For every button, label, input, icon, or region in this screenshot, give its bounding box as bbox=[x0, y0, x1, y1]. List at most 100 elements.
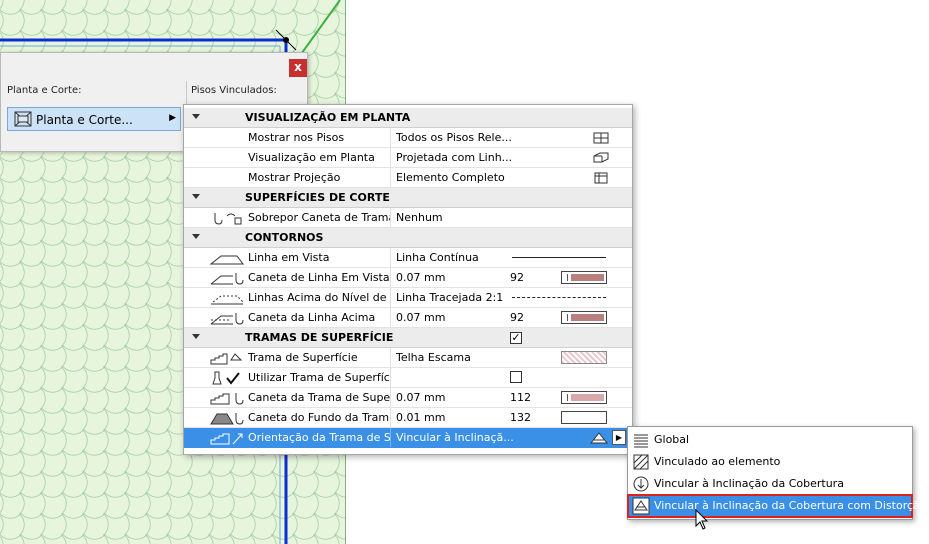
section-title: VISUALIZAÇÃO EM PLANTA bbox=[245, 111, 411, 124]
settings-panel: VISUALIZAÇÃO EM PLANTA Mostrar nos Pisos… bbox=[183, 104, 633, 455]
divider bbox=[390, 308, 391, 327]
mouse-cursor-icon bbox=[695, 509, 709, 530]
close-button[interactable]: x bbox=[289, 59, 307, 77]
section-header-superficies-corte[interactable]: SUPERFÍCIES DE CORTE bbox=[184, 188, 632, 208]
divider bbox=[390, 148, 391, 167]
row-sobrepor-caneta[interactable]: Sobrepor Caneta de Trama... Nenhum bbox=[184, 208, 632, 228]
row-value[interactable]: Projetada com Linh... bbox=[396, 151, 556, 164]
row-value[interactable]: Nenhum bbox=[396, 211, 556, 224]
menu-item-vinculado-elemento[interactable]: Vinculado ao elemento bbox=[628, 451, 912, 473]
divider bbox=[390, 368, 391, 387]
plan-section-icon bbox=[14, 111, 32, 127]
collapse-triangle-icon[interactable] bbox=[192, 334, 200, 339]
divider bbox=[390, 288, 391, 307]
background-pen-icon bbox=[210, 413, 244, 425]
divider bbox=[390, 348, 391, 367]
chevron-right-icon: ▶ bbox=[169, 113, 176, 123]
collapse-triangle-icon[interactable] bbox=[192, 114, 200, 119]
divider bbox=[390, 428, 391, 447]
divider bbox=[390, 248, 391, 267]
divider bbox=[390, 408, 391, 427]
row-caneta-trama[interactable]: Caneta da Trama de Super... 0.07 mm 112 bbox=[184, 388, 632, 408]
section-header-tramas[interactable]: TRAMAS DE SUPERFÍCIE ✓ bbox=[184, 328, 632, 348]
line-type-icon bbox=[209, 255, 244, 265]
row-linhas-acima[interactable]: Linhas Acima do Nível de ... Linha Trace… bbox=[184, 288, 632, 308]
menu-item-global[interactable]: Global bbox=[628, 429, 912, 451]
global-hatch-icon bbox=[634, 434, 648, 448]
element-extent-icon bbox=[594, 172, 608, 184]
plan-section-label: Planta e Corte: bbox=[7, 85, 82, 96]
pen-color-swatch[interactable] bbox=[561, 391, 607, 404]
pen-number[interactable]: 132 bbox=[510, 411, 531, 424]
overhead-pen-icon bbox=[210, 313, 244, 325]
row-trama-superficie[interactable]: Trama de Superfície Telha Escama bbox=[184, 348, 632, 368]
line-pen-icon bbox=[210, 273, 244, 285]
roof-slope-icon bbox=[590, 432, 608, 444]
row-mostrar-pisos[interactable]: Mostrar nos Pisos Todos os Pisos Rele... bbox=[184, 128, 632, 148]
row-label: Linhas Acima do Nível de ... bbox=[248, 291, 390, 304]
row-label: Caneta do Fundo da Tram... bbox=[248, 411, 390, 424]
element-hatch-icon bbox=[633, 454, 649, 470]
row-linha-vista[interactable]: Linha em Vista Linha Contínua bbox=[184, 248, 632, 268]
pen-number[interactable]: 92 bbox=[510, 271, 524, 284]
hatch-pattern-swatch[interactable] bbox=[561, 351, 607, 364]
row-utilizar-trama[interactable]: Utilizar Trama de Superfície bbox=[184, 368, 632, 388]
section-header-visualizacao[interactable]: VISUALIZAÇÃO EM PLANTA bbox=[184, 108, 632, 128]
row-label: Trama de Superfície bbox=[248, 351, 358, 364]
row-value[interactable]: 0.07 mm bbox=[396, 271, 556, 284]
menu-item-label: Vincular à Inclinação da Cobertura bbox=[654, 477, 844, 490]
solid-line-sample bbox=[512, 257, 606, 258]
plan-section-button[interactable]: Planta e Corte... ▶ bbox=[7, 107, 181, 131]
row-label: Visualização em Planta bbox=[248, 151, 375, 164]
divider bbox=[390, 388, 391, 407]
row-label: Linha em Vista bbox=[248, 251, 330, 264]
tramas-checkbox[interactable]: ✓ bbox=[510, 332, 522, 344]
divider bbox=[390, 168, 391, 187]
pen-color-swatch[interactable] bbox=[561, 411, 607, 424]
row-caneta-fundo[interactable]: Caneta do Fundo da Tram... 0.01 mm 132 bbox=[184, 408, 632, 428]
row-value[interactable]: 0.07 mm bbox=[396, 391, 556, 404]
row-caneta-linha-vista[interactable]: Caneta de Linha Em Vista 0.07 mm 92 bbox=[184, 268, 632, 288]
projection-icon bbox=[593, 152, 609, 163]
divider bbox=[390, 268, 391, 287]
linked-floors-label: Pisos Vinculados: bbox=[191, 85, 277, 96]
chevron-right-icon[interactable]: ▶ bbox=[612, 430, 626, 445]
section-header-contornos[interactable]: CONTORNOS bbox=[184, 228, 632, 248]
pen-color-swatch[interactable] bbox=[561, 271, 607, 284]
pen-color-swatch[interactable] bbox=[561, 311, 607, 324]
pen-number[interactable]: 112 bbox=[510, 391, 531, 404]
row-label: Mostrar nos Pisos bbox=[248, 131, 345, 144]
row-label: Caneta da Trama de Super... bbox=[248, 391, 390, 404]
plan-section-button-label: Planta e Corte... bbox=[36, 113, 133, 127]
row-orientacao-trama[interactable]: Orientação da Trama de S... Vincular à I… bbox=[184, 428, 632, 448]
row-caneta-linha-acima[interactable]: Caneta da Linha Acima 0.07 mm 92 bbox=[184, 308, 632, 328]
divider bbox=[390, 208, 391, 227]
row-label: Utilizar Trama de Superfície bbox=[248, 371, 390, 384]
row-value[interactable]: 0.01 mm bbox=[396, 411, 556, 424]
row-value[interactable]: Vincular à Inclinaçã... bbox=[396, 431, 556, 444]
row-value[interactable]: Todos os Pisos Rele... bbox=[396, 131, 556, 144]
row-label: Mostrar Projeção bbox=[248, 171, 341, 184]
hatch-orientation-icon bbox=[210, 433, 243, 445]
section-title: SUPERFÍCIES DE CORTE bbox=[245, 191, 390, 204]
floors-icon bbox=[593, 132, 609, 144]
row-value[interactable]: Telha Escama bbox=[396, 351, 556, 364]
utilizar-trama-checkbox[interactable] bbox=[510, 371, 522, 383]
overhead-line-icon bbox=[211, 295, 244, 305]
menu-item-inclinacao-cobertura[interactable]: Vincular à Inclinação da Cobertura bbox=[628, 473, 912, 495]
collapse-triangle-icon[interactable] bbox=[192, 234, 200, 239]
row-value[interactable]: Elemento Completo bbox=[396, 171, 556, 184]
menu-item-inclinacao-distorcao[interactable]: Vincular à Inclinação da Cobertura com D… bbox=[627, 494, 927, 518]
row-mostrar-projecao[interactable]: Mostrar Projeção Elemento Completo bbox=[184, 168, 632, 188]
section-title: CONTORNOS bbox=[245, 231, 324, 244]
row-visualizacao-planta[interactable]: Visualização em Planta Projetada com Lin… bbox=[184, 148, 632, 168]
menu-item-label: Global bbox=[654, 433, 690, 446]
pen-number[interactable]: 92 bbox=[510, 311, 524, 324]
collapse-triangle-icon[interactable] bbox=[192, 194, 200, 199]
row-label: Sobrepor Caneta de Trama... bbox=[248, 211, 390, 224]
roof-slope-arrow-icon bbox=[633, 476, 649, 492]
row-value[interactable]: 0.07 mm bbox=[396, 311, 556, 324]
hatch-pen-icon bbox=[210, 393, 244, 405]
row-label: Caneta da Linha Acima bbox=[248, 311, 376, 324]
row-label: Orientação da Trama de S... bbox=[248, 431, 390, 444]
